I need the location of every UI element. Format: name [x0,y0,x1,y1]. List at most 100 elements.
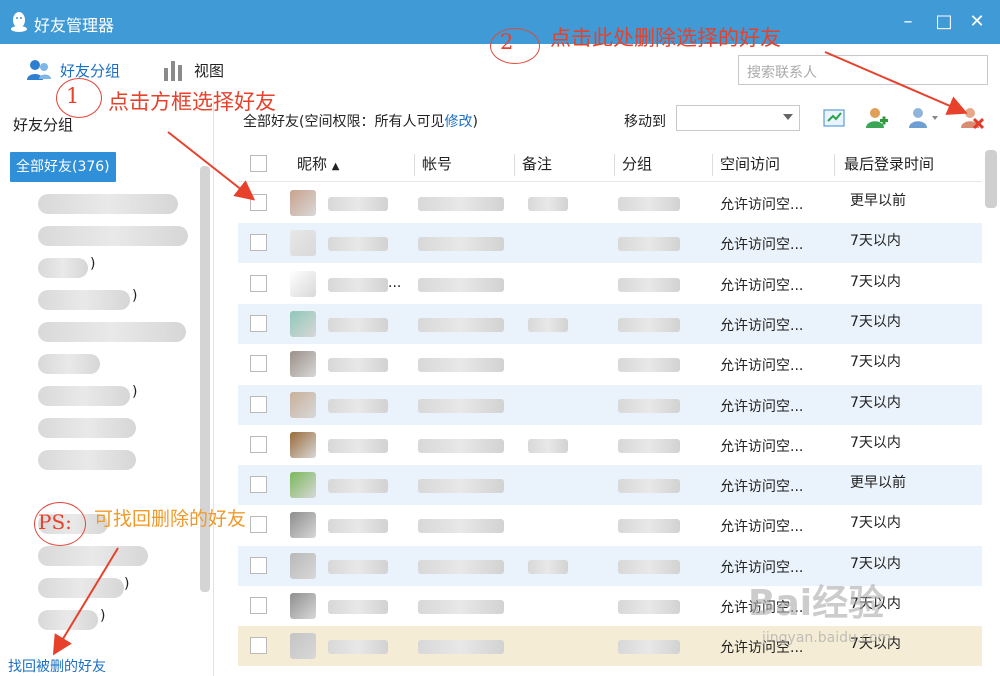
sidebar-group-item[interactable] [38,450,136,470]
last-login-cell: 7天以内 [850,636,901,653]
tab-friend-groups-label: 好友分组 [60,61,121,80]
column-header-group[interactable]: 分组 [622,153,652,174]
row-checkbox[interactable] [250,637,267,655]
column-header-last-login[interactable]: 最后登录时间 [844,153,934,174]
sidebar-group-item[interactable] [38,322,186,342]
column-header-space-access[interactable]: 空间访问 [720,153,780,174]
tab-view[interactable]: 视图 [162,56,224,84]
avatar [290,593,316,619]
friend-settings-icon[interactable] [908,106,940,130]
row-checkbox[interactable] [250,395,267,413]
avatar [290,310,316,337]
sidebar-item-all-friends[interactable]: 全部好友(376) [10,152,116,182]
column-header-nickname[interactable]: 昵称 ▲ [297,153,340,174]
sidebar-group-item[interactable] [38,546,148,566]
space-access-cell: 允许访问空... [720,600,804,616]
minimize-button[interactable]: – [896,10,920,34]
blurred-cell [418,358,504,373]
column-separator [834,154,835,176]
avatar [290,351,316,378]
sidebar-group-item[interactable] [38,194,178,214]
row-checkbox[interactable] [250,476,267,494]
move-to-dropdown[interactable] [676,105,800,131]
blurred-cell [618,438,680,453]
find-deleted-friends-link[interactable]: 找回被删的好友 [8,656,106,676]
sidebar-group-item[interactable] [38,258,88,278]
blurred-cell [618,197,680,211]
sidebar-group-item[interactable] [38,290,130,310]
table-row[interactable]: 允许访问空... 7天以内 [238,586,982,626]
table-row[interactable]: 允许访问空... 7天以内 [238,384,982,425]
table-row[interactable]: 允许访问空... 7天以内 [238,505,982,545]
sidebar-group-item[interactable] [38,514,108,534]
row-checkbox[interactable] [250,556,267,574]
blurred-cell [328,277,388,292]
table-row[interactable]: 允许访问空... 7天以内 [238,545,982,586]
row-checkbox[interactable] [250,435,267,453]
avatar [290,552,316,579]
blurred-cell [328,519,388,534]
table-row[interactable]: 允许访问空... 7天以内 [238,223,982,264]
delete-friend-icon[interactable] [960,106,984,130]
title-bar: 好友管理器 – □ ✕ [0,0,1000,44]
space-access-cell: 允许访问空... [720,237,804,254]
row-checkbox[interactable] [250,597,267,614]
row-checkbox[interactable] [250,516,267,534]
table-row[interactable]: 允许访问空... 更早以前 [238,183,982,223]
table-row[interactable]: 允许访问空... 7天以内 [238,626,982,667]
group-sidebar: 好友分组 全部好友(376) ) ) ) ) ) 找回被删的好友 [0,96,214,676]
table-scrollbar[interactable] [985,150,997,208]
sidebar-group-item[interactable] [38,610,98,630]
export-icon[interactable] [822,106,846,130]
modify-permission-link[interactable]: 修改 [444,114,472,130]
all-friends-prefix: 全部好友(空间权限：所有人可见 [243,114,445,130]
column-header-account[interactable]: 帐号 [422,153,452,174]
sidebar-scrollbar[interactable] [200,166,210,592]
select-all-checkbox[interactable] [250,155,267,172]
blurred-cell [418,277,504,292]
tab-friend-groups[interactable]: 好友分组 [26,56,120,84]
close-button[interactable]: ✕ [965,10,989,34]
blurred-cell [328,398,388,413]
table-row[interactable]: 允许访问空... 7天以内 [238,344,982,384]
blurred-cell [528,197,568,211]
add-friend-icon[interactable] [864,106,888,130]
table-row[interactable]: _允许访问空...7天以内 [238,303,982,344]
blurred-cell [418,479,504,494]
blurred-cell [418,197,504,211]
row-checkbox[interactable] [250,355,267,373]
tab-view-label: 视图 [194,61,225,80]
sidebar-group-item[interactable] [38,354,100,374]
row-checkbox[interactable] [250,194,267,211]
sidebar-group-item[interactable] [38,226,188,246]
space-access-cell: 允许访问空... [720,358,804,375]
space-access-cell: 允许访问空... [720,317,804,334]
nickname-cell: ... [388,274,402,291]
blurred-cell [328,197,388,211]
sidebar-group-item[interactable] [38,578,124,598]
avatar [290,512,316,539]
table-row[interactable]: ... 允许访问空... 7天以内 [238,264,982,304]
column-header-remark[interactable]: 备注 [522,153,552,174]
blurred-cell [618,398,680,413]
maximize-button[interactable]: □ [932,10,956,34]
sidebar-group-item[interactable] [38,386,130,406]
space-access-cell: 允许访问空... [720,438,804,455]
blurred-cell [618,519,680,534]
blurred-cell [418,600,504,614]
row-checkbox[interactable] [250,314,267,332]
table-row[interactable]: 允许访问空... 7天以内 [238,425,982,465]
table-row[interactable]: 允许访问空... 更早以前 [238,465,982,506]
move-to-label: 移动到 [624,114,666,130]
sidebar-group-item[interactable] [38,418,136,438]
avatar [290,633,316,660]
blurred-cell [328,559,388,574]
row-checkbox[interactable] [250,274,267,292]
search-input[interactable]: 搜索联系人 [738,55,988,85]
qq-penguin-icon [11,12,27,32]
row-checkbox[interactable] [250,234,267,252]
friends-table: 昵称 ▲ 帐号 备注 分组 空间访问 最后登录时间 允许访问空... 更早以前 允许… [238,146,982,676]
avatar [290,190,316,216]
blurred-cell [528,438,568,453]
last-login-cell: 7天以内 [850,596,901,612]
